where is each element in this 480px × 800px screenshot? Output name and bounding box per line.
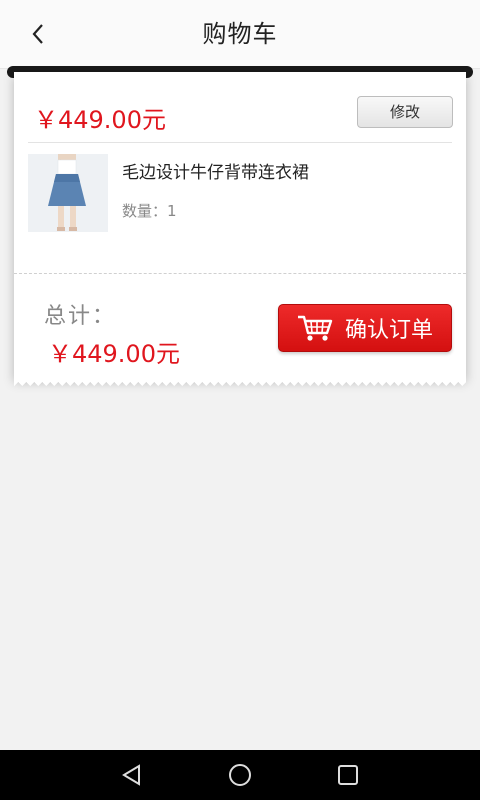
divider	[28, 142, 452, 143]
app-header: 购物车	[0, 0, 480, 69]
shopping-cart-icon	[297, 315, 333, 341]
denim-dress-thumbnail	[28, 154, 108, 232]
confirm-order-button[interactable]: 确认订单	[278, 304, 452, 352]
nav-home-button[interactable]	[227, 762, 253, 788]
nav-back-button[interactable]	[119, 762, 145, 788]
total-label: 总计：	[44, 304, 117, 329]
dashed-divider	[14, 273, 466, 274]
item-price: ￥449.00元	[34, 106, 166, 134]
item-quantity: 数量：1	[122, 202, 177, 220]
triangle-back-icon	[122, 764, 140, 786]
confirm-order-label: 确认订单	[344, 318, 433, 343]
nav-recents-button[interactable]	[335, 762, 361, 788]
total-price: ￥449.00元	[48, 340, 180, 368]
receipt-torn-edge	[14, 378, 466, 386]
circle-home-icon	[229, 764, 251, 786]
product-thumbnail[interactable]	[28, 154, 108, 232]
system-nav-bar	[0, 750, 480, 800]
order-receipt-card: ￥449.00元 修改 毛边设计牛仔背带连衣裙 数量：1 总计： ￥449.00…	[14, 72, 466, 386]
page-title: 购物车	[202, 20, 278, 48]
modify-button[interactable]: 修改	[357, 96, 453, 128]
square-recents-icon	[338, 765, 358, 785]
item-name: 毛边设计牛仔背带连衣裙	[122, 163, 309, 183]
